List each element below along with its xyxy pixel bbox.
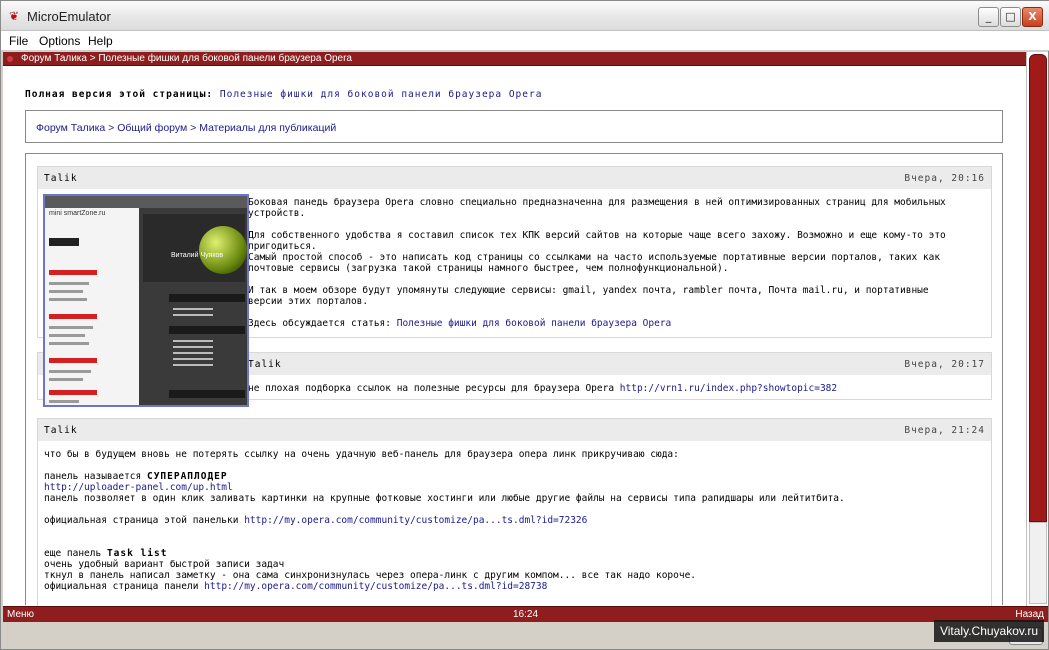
full-version-label: Полная версия этой страницы:: [25, 89, 214, 100]
post-line: Самый простой способ - это написать код …: [248, 252, 941, 263]
softkey-right[interactable]: Назад: [1015, 609, 1044, 620]
post-date: Вчера, 21:24: [904, 425, 985, 436]
thumb-banner: Виталий Чуяков: [171, 252, 224, 259]
device-screen: Форум Талика > Полезные фишки для боково…: [3, 52, 1048, 622]
panel1-url[interactable]: http://uploader-panel.com/up.html: [44, 482, 233, 493]
breadcrumb: Форум Талика > Общий форум > Материалы д…: [25, 110, 1003, 143]
emulator-window: ❦ MicroEmulator _ □ X File Options Help …: [0, 0, 1049, 650]
maximize-button[interactable]: □: [1000, 7, 1021, 27]
watermark: Vitaly.Chuyakov.ru: [934, 620, 1044, 642]
panel2-name: Task list: [106, 548, 168, 559]
page-header-title: Форум Талика > Полезные фишки для боково…: [21, 53, 352, 64]
menu-help[interactable]: Help: [88, 34, 113, 48]
post-line: ткнул в панель написал заметку - она сам…: [44, 570, 697, 581]
panel2-label: еще панель: [44, 548, 102, 559]
panel2-official-url[interactable]: http://my.opera.com/community/customize/…: [204, 581, 547, 592]
window-title: MicroEmulator: [27, 9, 111, 24]
post-line: версии этих порталов.: [248, 296, 369, 307]
scrollbar-thumb[interactable]: [1029, 522, 1047, 604]
breadcrumb-text[interactable]: Форум Талика > Общий форум > Материалы д…: [36, 122, 336, 134]
post-line: официальная страница этой панельки http:…: [44, 515, 984, 526]
post-author: Talik: [44, 173, 78, 184]
panel1-name: СУПЕРАПЛОДЕР: [146, 471, 228, 482]
status-dot-icon: [7, 56, 13, 62]
post-line: панель позволяет в один клик заливать ка…: [44, 493, 845, 504]
post-body: не плохая подборка ссылок на полезные ре…: [248, 383, 837, 394]
thumb-site-name: mini smartZone.ru: [49, 210, 106, 217]
post-line: почтовые сервисы (загрузка такой страниц…: [248, 263, 729, 274]
post-line: устройств.: [248, 208, 306, 219]
close-button[interactable]: X: [1022, 7, 1043, 27]
post-body: что бы в будущем вновь не потерять ссылк…: [44, 449, 984, 592]
post-line: [248, 274, 988, 285]
post-date: Вчера, 20:16: [904, 173, 985, 184]
title-bar[interactable]: ❦ MicroEmulator _ □ X: [1, 1, 1049, 31]
menu-bar: File Options Help: [1, 31, 1049, 51]
post-author: Talik: [44, 425, 78, 436]
menu-options[interactable]: Options: [39, 34, 80, 48]
panel1-label: панель называется: [44, 471, 142, 482]
panel2-official-label: официальная страница панели: [44, 581, 199, 592]
thumb-logo: [49, 238, 79, 246]
post: Talik Вчера, 21:24 что бы в будущем внов…: [37, 418, 992, 606]
post-image-thumbnail[interactable]: mini smartZone.ru Виталий Чуяков: [43, 194, 249, 407]
page-header-bar: Форум Талика > Полезные фишки для боково…: [3, 52, 1048, 66]
softkey-bar: Меню 16:24 Назад: [3, 606, 1048, 622]
post-line: панель называется СУПЕРАПЛОДЕР: [44, 471, 984, 482]
discuss-label: Здесь обсуждается статья:: [248, 318, 391, 329]
globe-icon: [199, 226, 247, 274]
post-line: Для собственного удобства я составил спи…: [248, 230, 946, 241]
full-version-link[interactable]: Полезные фишки для боковой панели браузе…: [220, 89, 543, 100]
post-line: что бы в будущем вновь не потерять ссылк…: [44, 449, 679, 460]
post-link[interactable]: http://vrn1.ru/index.php?showtopic=382: [620, 383, 837, 394]
post-text: не плохая подборка ссылок на полезные ре…: [248, 383, 615, 394]
post-line: очень удобный вариант быстрой записи зад…: [44, 559, 285, 570]
post-line: [248, 219, 988, 230]
post-line: еще панель Task list: [44, 548, 984, 559]
post-author: Talik: [248, 359, 282, 370]
post-line: пригодиться.: [248, 241, 317, 252]
post-header: Talik Вчера, 20:16: [38, 167, 991, 189]
app-icon: ❦: [8, 9, 20, 23]
minimize-button[interactable]: _: [978, 7, 999, 27]
panel1-official-url[interactable]: http://my.opera.com/community/customize/…: [244, 515, 587, 526]
full-version-line: Полная версия этой страницы: Полезные фи…: [25, 89, 542, 100]
thumb-right-panel: Виталий Чуяков: [139, 208, 247, 405]
discuss-link[interactable]: Полезные фишки для боковой панели браузе…: [397, 318, 672, 329]
scrollbar[interactable]: [1026, 52, 1048, 606]
clock: 16:24: [513, 609, 539, 620]
post-line: официальная страница панели http://my.op…: [44, 581, 984, 592]
post-body: Боковая панедь браузера Opera словно спе…: [248, 197, 988, 329]
discuss-line: Здесь обсуждается статья: Полезные фишки…: [248, 318, 988, 329]
post-header: Talik Вчера, 21:24: [38, 419, 991, 441]
post-line: И так в моем обзоре будут упомянуты след…: [248, 285, 929, 296]
menu-file[interactable]: File: [9, 34, 28, 48]
scrollbar-track[interactable]: [1029, 54, 1047, 522]
post-line: Боковая панедь браузера Opera словно спе…: [248, 197, 946, 208]
thumb-toolbar: [45, 196, 247, 208]
thumb-left-panel: mini smartZone.ru: [45, 208, 139, 405]
panel1-official-label: официальная страница этой панельки: [44, 515, 239, 526]
page-content: Полная версия этой страницы: Полезные фи…: [3, 67, 1025, 606]
softkey-left[interactable]: Меню: [7, 609, 34, 620]
post-date: Вчера, 20:17: [904, 359, 985, 370]
